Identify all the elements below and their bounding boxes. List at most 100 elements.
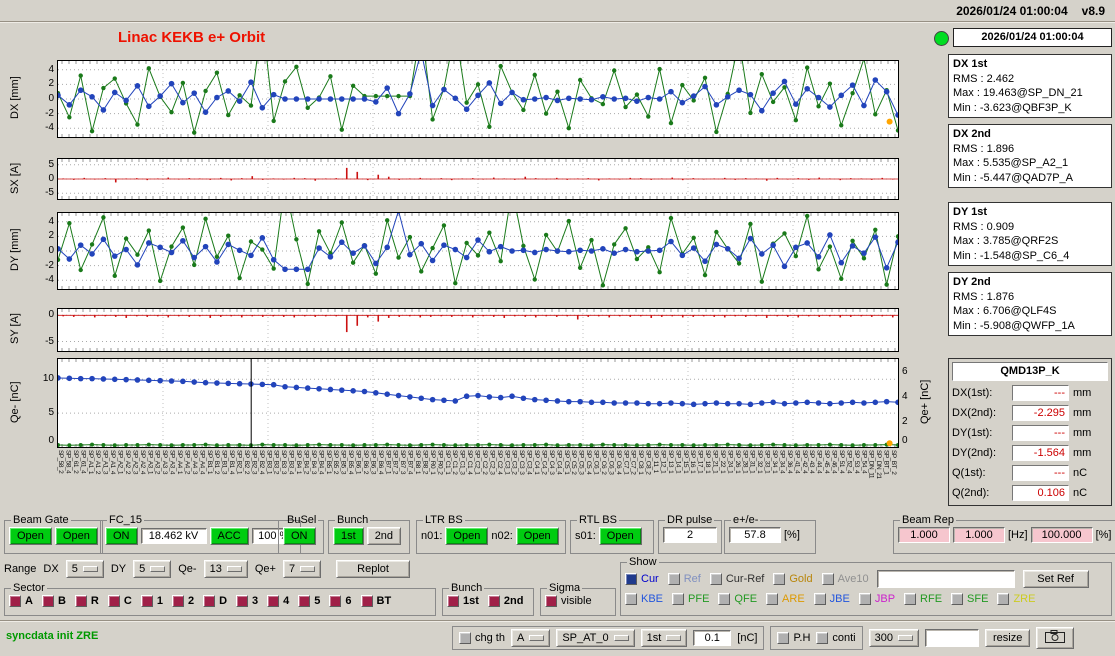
threshold-groupbox: chg th A SP_AT_0 1st 0.1 [nC] [452,626,764,650]
toggle-label: 1st [463,595,479,607]
show-toggle-ref[interactable]: Ref [668,573,701,585]
option-menu-ridge-icon [529,635,544,641]
sector-toggle-d[interactable]: D [203,595,227,607]
sector-toggle-2[interactable]: 2 [172,595,194,607]
range-qe-minus-select[interactable]: 13 [204,560,248,578]
busel-on-button[interactable]: ON [283,527,316,545]
interval-select[interactable]: 300 [869,629,919,647]
fc15-acc-button[interactable]: ACC [210,527,249,545]
dr-pulse-value[interactable]: 2 [663,527,717,543]
qmd-row: Q(1st):---nC [952,463,1108,483]
option-menu-ridge-icon [227,566,242,572]
sector-items: ABRC1 2D3456 BT [9,594,431,607]
qmd-row: Q(2nd):0.106nC [952,483,1108,503]
qmd-row-label: DX(1st): [952,387,1008,399]
show-toggle-jbp[interactable]: JBP [859,593,895,605]
chg-th-toggle[interactable]: chg th [459,632,505,644]
toggle-label: 2 [188,595,194,607]
ltr-n01-label: n01: [421,530,442,542]
sector-toggle-b[interactable]: B [42,595,66,607]
show-toggle-jbe[interactable]: JBE [814,593,850,605]
show-toggle-rfe[interactable]: RFE [904,593,942,605]
bunch-group: Bunch 1st 2nd [328,514,410,554]
y-tick-label: 5 [32,159,54,171]
beam-gate-open1-button[interactable]: Open [9,527,52,545]
checkbox-indicator [814,593,826,605]
timestamp-display: 2026/01/24 01:00:04 [953,28,1112,47]
rtl-s01-label: s01: [575,530,596,542]
sp-at-select[interactable]: SP_AT_0 [556,629,634,647]
rtl-s01-open-button[interactable]: Open [599,527,642,545]
beam-rep-value3: 100.000 [1031,527,1093,543]
bpm-name-label: SP_C6_2 [600,450,607,508]
qmd-row: DX(2nd):-2.295mm [952,403,1108,423]
show-toggle-are[interactable]: ARE [766,593,805,605]
plot-charge: 10506420 [57,358,899,448]
set-ref-button[interactable]: Set Ref [1023,570,1089,588]
range-row: Range DX 5 DY 5 Qe- 13 Qe+ 7 Replot [4,558,410,580]
toggle-label: Cur [641,573,659,585]
sector-toggle-c[interactable]: C [108,595,132,607]
bunch-2nd-button[interactable]: 2nd [367,527,401,545]
conti-toggle[interactable]: conti [816,632,855,644]
show-toggle-gold[interactable]: Gold [773,573,812,585]
sector-toggle-6[interactable]: 6 [329,595,351,607]
checkbox-indicator [172,595,184,607]
ref-name-input[interactable] [877,570,1015,588]
checkbox-indicator [904,593,916,605]
ltr-n02-open-button[interactable]: Open [516,527,559,545]
sector-toggle-a[interactable]: A [9,595,33,607]
beam-gate-open2-button[interactable]: Open [55,527,98,545]
toggle-label: ARE [782,593,805,605]
bunch-toggle-1st[interactable]: 1st [447,595,479,607]
y-tick-label: 5 [32,407,54,419]
sector-toggle-r[interactable]: R [75,595,99,607]
sector-toggle-1[interactable]: 1 [141,595,163,607]
fc15-on-button[interactable]: ON [105,527,138,545]
show-toggle-sfe[interactable]: SFE [951,593,988,605]
qmd-row-label: Q(2nd): [952,487,1008,499]
y-tick-label: 2 [32,230,54,242]
bpm-name-label: SP_C3_1 [503,450,510,508]
busel-label: BuSel [285,514,318,526]
stat-value: Max : 3.785@QRF2S [953,234,1107,249]
range-qe-plus-select[interactable]: 7 [283,560,321,578]
bpm-name-label: SP_C6_3 [607,450,614,508]
show-toggle-kbe[interactable]: KBE [625,593,663,605]
toggle-label: 2nd [504,595,524,607]
threshold-input[interactable]: 0.1 [693,630,731,646]
bpm-name-label: SP_C7_1 [622,450,629,508]
resize-button[interactable]: resize [985,629,1030,647]
bpm-name-label: SP_B7_2 [392,450,399,508]
aux-input[interactable] [925,629,979,647]
ltr-n01-open-button[interactable]: Open [445,527,488,545]
dy-axis-label: DY [mm] [8,212,22,288]
show-toggle-pfe[interactable]: PFE [672,593,709,605]
ph-toggle[interactable]: P.H [777,632,810,644]
sector-toggle-4[interactable]: 4 [267,595,289,607]
toggle-label: Cur-Ref [726,573,765,585]
replot-button[interactable]: Replot [336,560,410,578]
range-dy-select[interactable]: 5 [133,560,171,578]
sigma-visible-toggle[interactable]: visible [545,595,592,607]
bunch-1st-button[interactable]: 1st [333,527,364,545]
sector-a-select[interactable]: A [511,629,550,647]
bpm-name-label: SP_17_1 [697,450,704,508]
show-toggle-cur-ref[interactable]: Cur-Ref [710,573,765,585]
sector-toggle-5[interactable]: 5 [298,595,320,607]
bpm-name-label: SP_C4_1 [533,450,540,508]
checkbox-indicator [718,593,730,605]
sector-toggle-bt[interactable]: BT [361,595,392,607]
screenshot-button[interactable] [1036,627,1074,649]
show-toggle-cur[interactable]: Cur [625,573,659,585]
sector-toggle-3[interactable]: 3 [236,595,258,607]
show-row2: KBE PFE QFE ARE JBE JBP RFE SFE ZRE [625,588,1107,605]
show-toggle-ave10[interactable]: Ave10 [822,573,869,585]
range-dx-select[interactable]: 5 [66,560,104,578]
bunch-toggle-2nd[interactable]: 2nd [488,595,524,607]
show-toggle-zre[interactable]: ZRE [997,593,1035,605]
bpm-name-label: SP_A4_1 [176,450,183,508]
bpm-name-label: SP_41_4 [793,450,800,508]
show-toggle-qfe[interactable]: QFE [718,593,757,605]
bunch-1st-select[interactable]: 1st [641,629,688,647]
